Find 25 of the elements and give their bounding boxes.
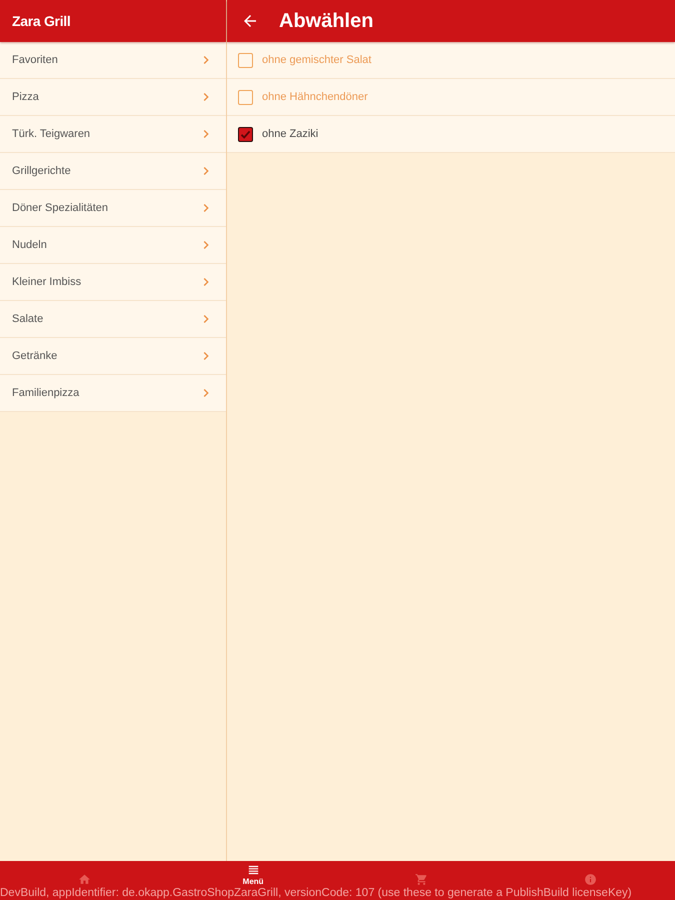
cart-icon — [414, 873, 430, 886]
category-item[interactable]: Favoriten — [0, 42, 226, 79]
category-item[interactable]: Nudeln — [0, 227, 226, 264]
category-item[interactable]: Grillgerichte — [0, 153, 226, 190]
option-label: ohne Zaziki — [262, 128, 318, 140]
page-title: Abwählen — [279, 10, 374, 32]
category-item[interactable]: Döner Spezialitäten — [0, 190, 226, 227]
category-item[interactable]: Türk. Teigwaren — [0, 116, 226, 153]
app-title: Zara Grill — [12, 13, 70, 29]
home-icon — [76, 873, 92, 886]
option-label: ohne Hähnchendöner — [262, 91, 368, 103]
checkbox[interactable] — [238, 126, 253, 142]
checkbox[interactable] — [238, 90, 253, 104]
checkbox[interactable] — [238, 52, 253, 68]
nav-tab[interactable]: Menü — [242, 861, 264, 886]
option-label: ohne gemischter Salat — [262, 54, 372, 66]
option-row[interactable]: ohne Zaziki — [227, 116, 675, 153]
category-item[interactable]: Salate — [0, 301, 226, 338]
category-item[interactable]: Pizza — [0, 79, 226, 116]
category-item[interactable]: Familienpizza — [0, 375, 226, 412]
category-item[interactable]: Kleiner Imbiss — [0, 264, 226, 301]
category-item[interactable]: Getränke — [0, 338, 226, 375]
info-icon — [583, 873, 598, 886]
dev-build-notice: DevBuild, appIdentifier: de.okapp.GastroShopZaraGrill, versionCode: 107 (use these to generate a PublishBuild licenseKey) — [0, 888, 632, 899]
checkmark-icon — [240, 128, 251, 140]
